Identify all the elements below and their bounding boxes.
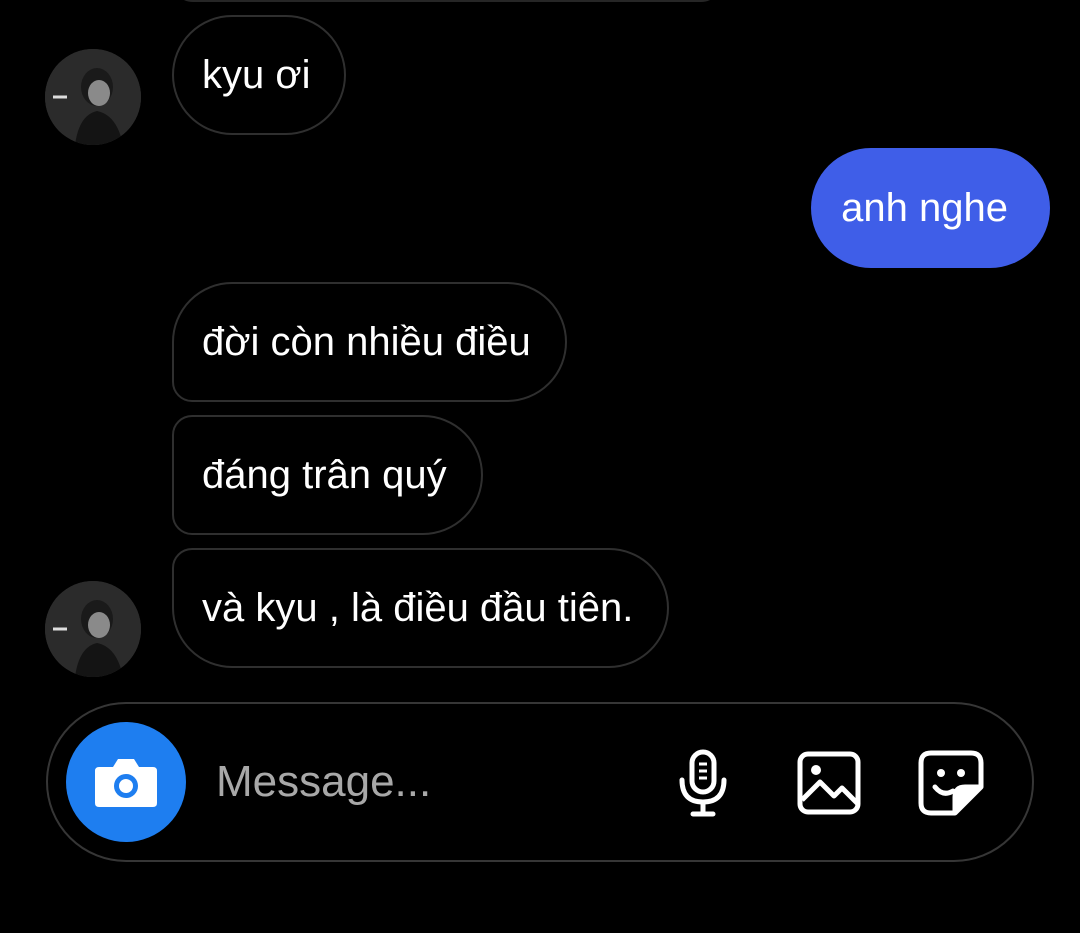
sender-avatar[interactable] (45, 581, 141, 677)
sender-avatar[interactable] (45, 49, 141, 145)
message-text: và kyu , là điều đầu tiên. (202, 586, 634, 630)
incoming-message-bubble[interactable]: đáng trân quý (172, 415, 483, 535)
camera-button[interactable] (66, 722, 186, 842)
message-text: kyu ơi (202, 53, 311, 97)
message-input[interactable] (216, 754, 636, 810)
gallery-icon (797, 751, 861, 815)
microphone-icon (679, 749, 727, 817)
message-text: anh nghe (841, 186, 1008, 230)
message-text: đời còn nhiều điều (202, 320, 531, 364)
outgoing-message-bubble[interactable]: anh nghe (811, 148, 1050, 268)
previous-message-bubble-edge (172, 0, 722, 2)
incoming-message-bubble[interactable]: đời còn nhiều điều (172, 282, 567, 402)
message-text: đáng trân quý (202, 453, 447, 497)
gallery-button[interactable] (794, 748, 864, 818)
voice-message-button[interactable] (668, 748, 738, 818)
sticker-icon (918, 750, 984, 816)
avatar-photo-icon (45, 49, 141, 145)
avatar-photo-icon (45, 581, 141, 677)
incoming-message-bubble[interactable]: kyu ơi (172, 15, 347, 135)
sticker-button[interactable] (916, 748, 986, 818)
message-composer (46, 702, 1034, 862)
incoming-message-bubble[interactable]: và kyu , là điều đầu tiên. (172, 548, 670, 668)
camera-icon (95, 759, 157, 807)
